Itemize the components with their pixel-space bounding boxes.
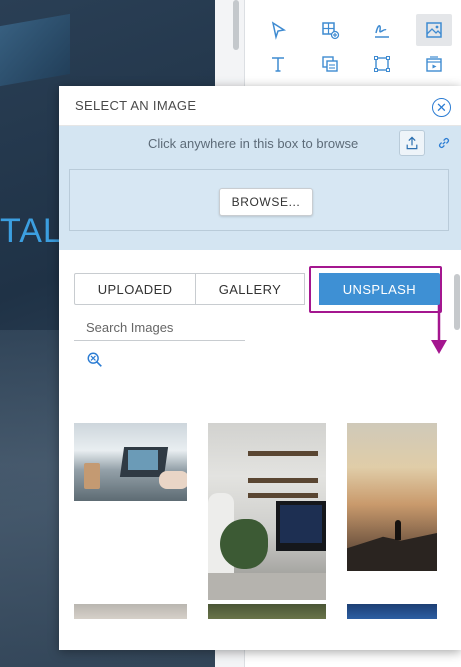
image-icon[interactable] xyxy=(416,14,452,46)
upload-drop-zone[interactable]: Click anywhere in this box to browse BRO… xyxy=(59,126,461,250)
unsplash-image-partial[interactable] xyxy=(208,604,326,619)
unsplash-image-mountain-hiker[interactable] xyxy=(347,423,437,571)
zoom-icon[interactable] xyxy=(86,351,104,369)
add-table-icon[interactable] xyxy=(312,14,348,46)
canvas-heading-text: TAL xyxy=(0,212,63,250)
dialog-title: SELECT AN IMAGE xyxy=(75,98,197,113)
unsplash-image-partial[interactable] xyxy=(74,604,187,619)
canvas-scrollbar-thumb[interactable] xyxy=(233,0,239,50)
laptop-screen-shape xyxy=(128,450,158,470)
browse-button[interactable]: BROWSE... xyxy=(219,188,313,216)
coffee-cup-shape xyxy=(84,463,100,489)
text-icon[interactable] xyxy=(260,48,296,80)
select-image-dialog: SELECT AN IMAGE ✕ Click anywhere in this… xyxy=(59,86,461,650)
crop-frame-icon[interactable] xyxy=(364,48,400,80)
tab-unsplash[interactable]: UNSPLASH xyxy=(318,273,440,305)
desk-shape xyxy=(208,573,326,600)
shelf-shape xyxy=(248,493,318,498)
browse-area[interactable]: BROWSE... xyxy=(69,169,449,231)
plant-shape xyxy=(220,519,268,569)
search-images-input[interactable] xyxy=(74,314,245,341)
shelf-shape xyxy=(248,478,318,483)
unsplash-image-laptop-desk[interactable] xyxy=(74,423,187,501)
dialog-scrollbar-thumb[interactable] xyxy=(454,274,460,330)
pointer-icon[interactable] xyxy=(260,14,296,46)
upload-icon[interactable] xyxy=(399,130,425,156)
upload-hint-text: Click anywhere in this box to browse xyxy=(148,136,359,151)
dialog-header: SELECT AN IMAGE ✕ xyxy=(59,86,461,126)
tab-gallery[interactable]: GALLERY xyxy=(196,273,305,305)
copy-format-icon[interactable] xyxy=(312,48,348,80)
signature-icon[interactable] xyxy=(364,14,400,46)
tab-uploaded[interactable]: UPLOADED xyxy=(74,273,197,305)
hiker-shape xyxy=(395,520,401,540)
unsplash-image-partial[interactable] xyxy=(347,604,437,619)
media-icon[interactable] xyxy=(416,48,452,80)
close-icon[interactable]: ✕ xyxy=(432,98,451,117)
image-source-tabs: UPLOADED GALLERY UNSPLASH xyxy=(74,273,440,305)
unsplash-image-workspace-plants[interactable] xyxy=(208,423,326,600)
monitor-screen-shape xyxy=(280,505,322,543)
shelf-shape xyxy=(248,451,318,456)
canvas-laptop-image xyxy=(0,13,70,87)
arm-shape xyxy=(159,471,187,489)
rock-shape xyxy=(347,533,437,571)
link-icon[interactable] xyxy=(434,133,454,153)
